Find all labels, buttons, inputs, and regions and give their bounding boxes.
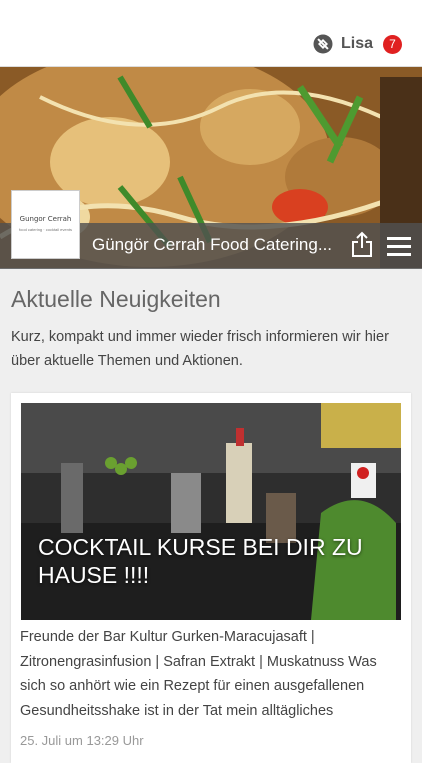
news-card-date: 25. Juli um 13:29 Uhr [20,733,144,748]
logo-name: Gungor Cerrah [19,215,72,223]
logo-subtitle: food catering · cocktail events [19,227,72,232]
section-intro: Kurz, kompakt und immer wieder frisch in… [11,329,389,369]
business-logo: Gungor Cerrah food catering · cocktail e… [11,190,80,259]
notification-badge[interactable]: 7 [383,34,402,54]
news-card-text: Freunde der Bar Kultur Gurken-Maracujasa… [20,629,377,719]
menu-bar [387,245,411,248]
news-card-headline[interactable]: COCKTAIL KURSE BEI DIR ZU HAUSE !!!! [38,533,378,589]
business-title: Güngör Cerrah Food Catering... [92,235,333,254]
news-card[interactable]: COCKTAIL KURSE BEI DIR ZU HAUSE !!!! Fre… [11,393,411,763]
section-title: Aktuelle Neuigkeiten [11,286,221,312]
share-icon[interactable] [351,231,373,257]
user-name[interactable]: Lisa [341,35,373,53]
menu-bar [387,253,411,256]
app-logo-icon [313,34,333,54]
menu-bar [387,237,411,240]
user-menu[interactable]: Lisa 7 [313,32,402,56]
hamburger-menu-icon[interactable] [387,237,411,257]
top-bar: Lisa 7 [0,0,422,67]
